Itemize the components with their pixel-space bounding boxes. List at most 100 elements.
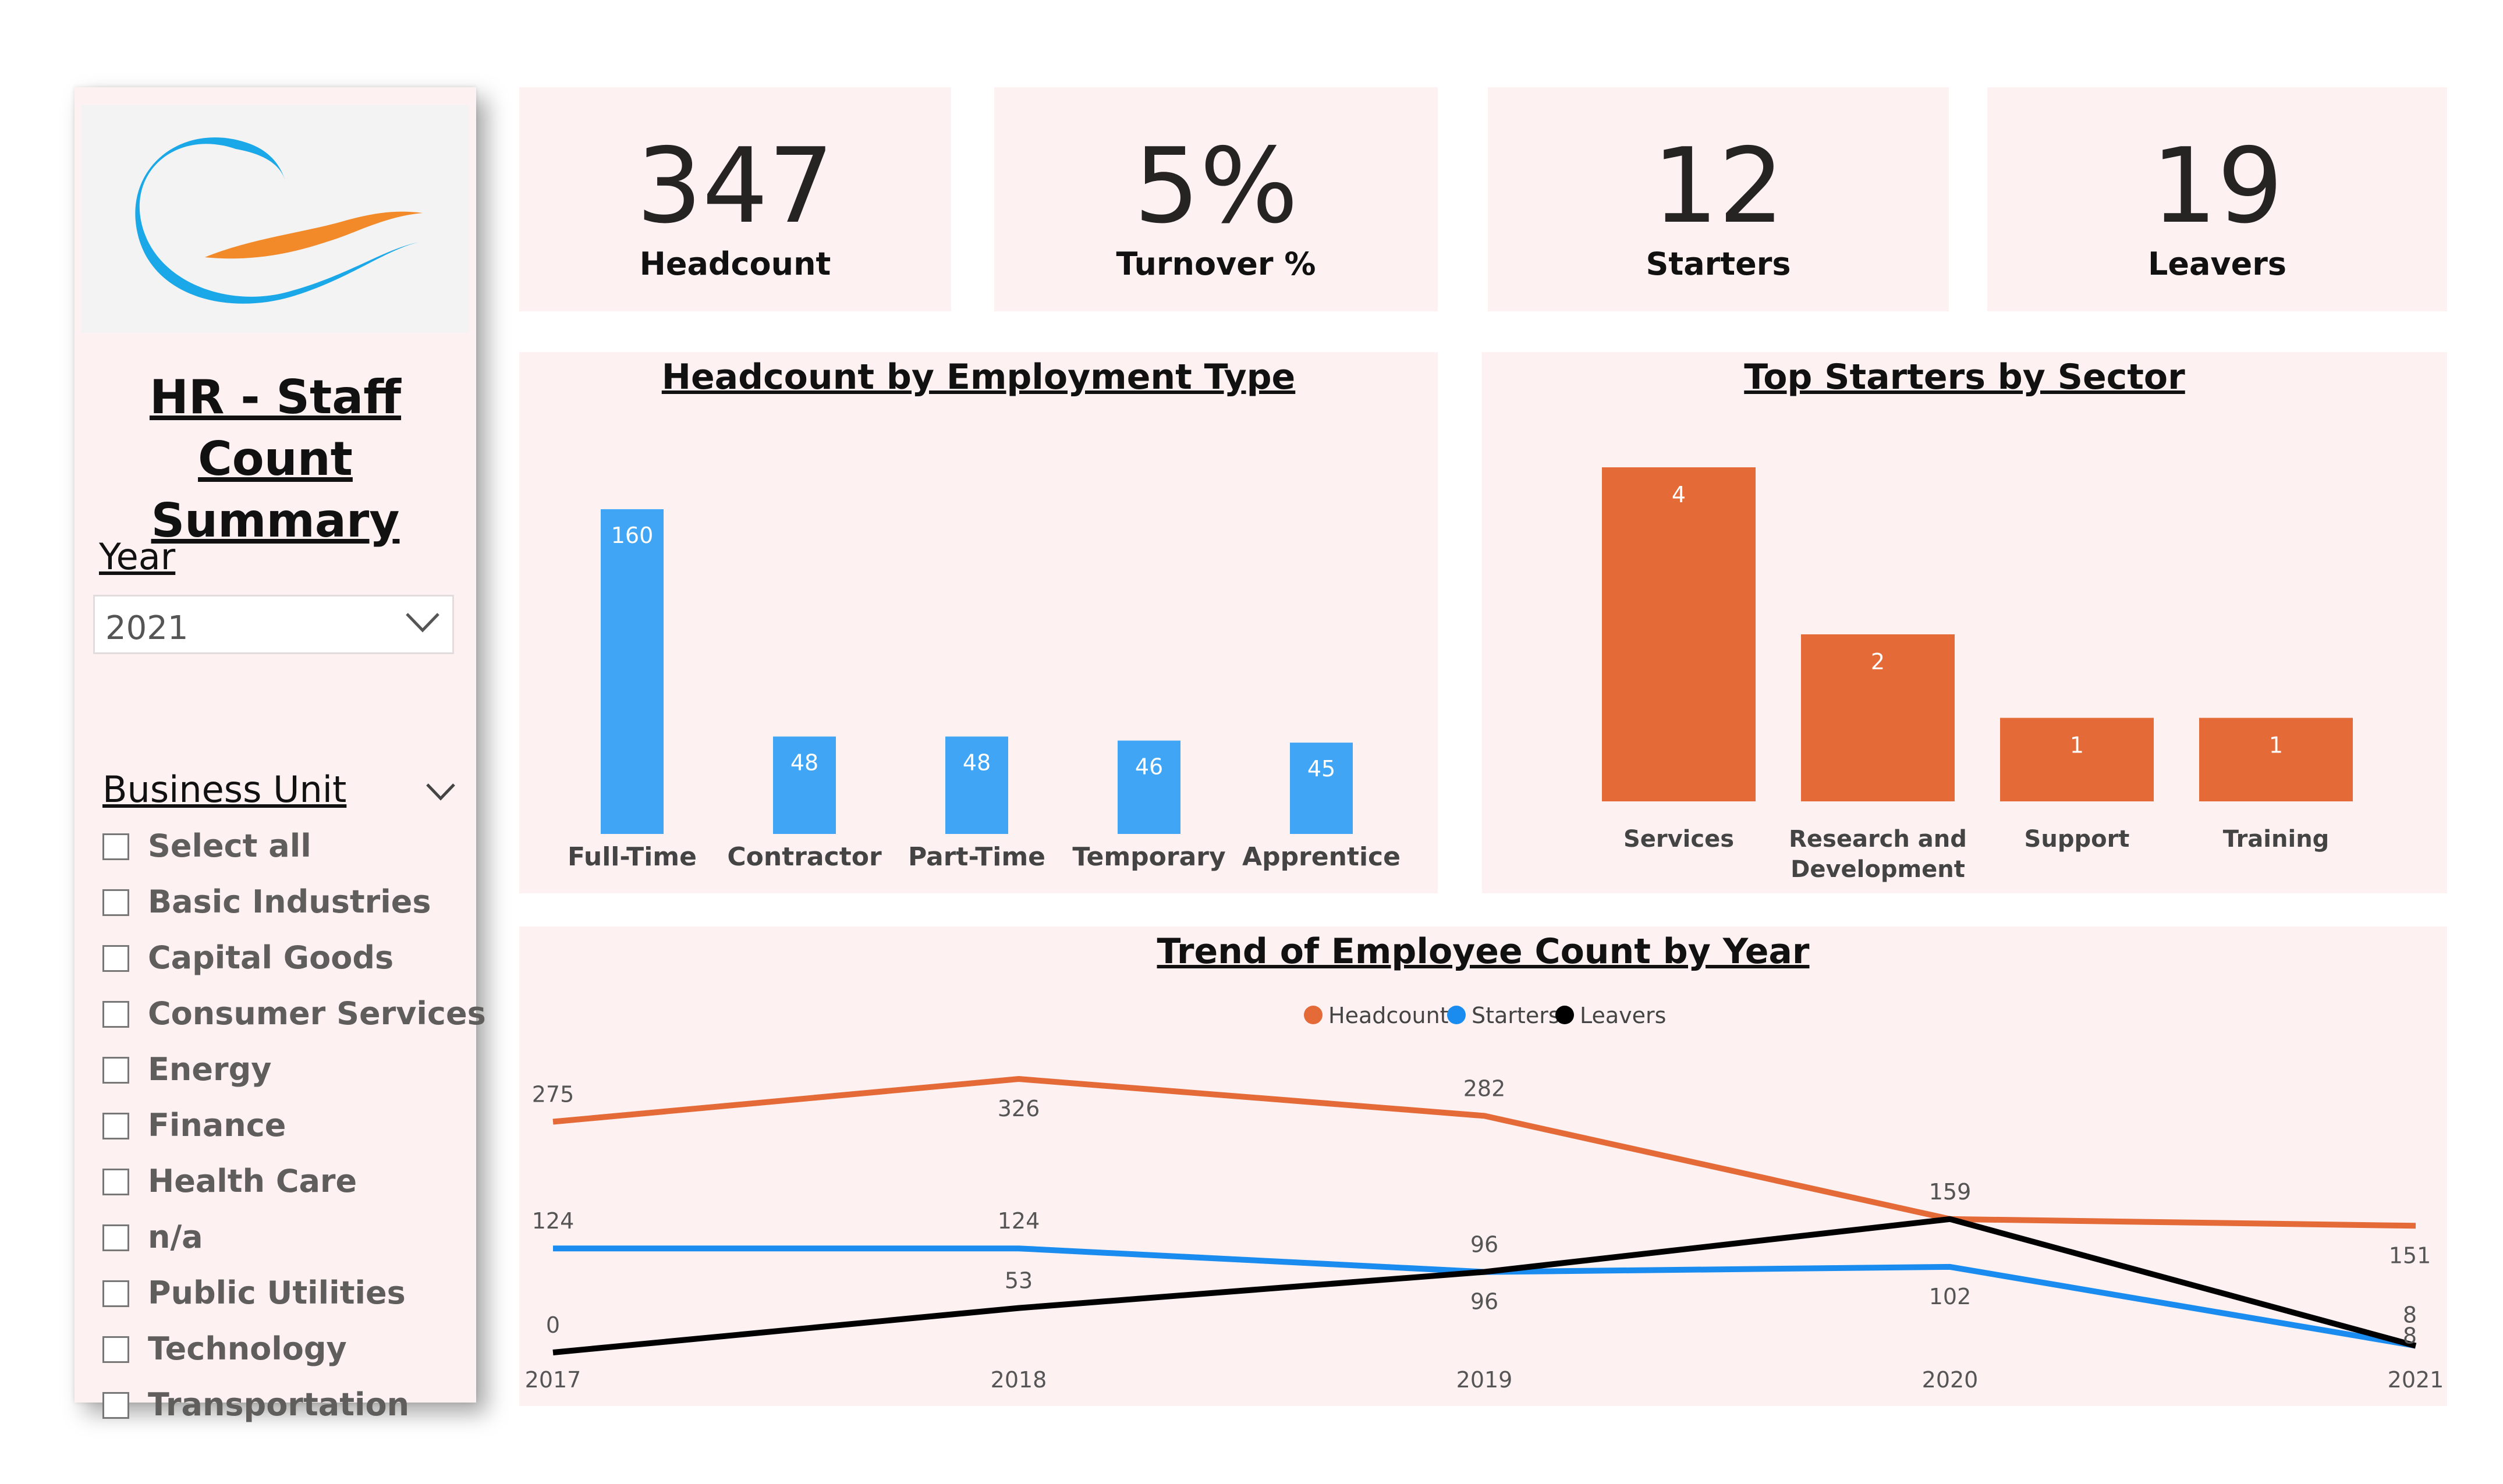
data-label: 0: [546, 1312, 560, 1338]
business-unit-option-label: Consumer Services: [148, 995, 486, 1032]
checkbox[interactable]: [102, 1169, 129, 1195]
category-label: Part-Time: [908, 842, 1045, 872]
company-logo-icon: [135, 137, 423, 304]
checkbox[interactable]: [102, 833, 129, 860]
chevron-down-icon[interactable]: [424, 777, 458, 805]
business-unit-option[interactable]: Capital Goods: [102, 933, 463, 989]
kpi-label: Starters: [1646, 246, 1791, 282]
bar: [2199, 718, 2353, 801]
data-label: 4: [1672, 482, 1686, 507]
legend-marker: [1555, 1006, 1574, 1024]
x-tick-label: 2018: [991, 1367, 1047, 1393]
data-label: 124: [532, 1208, 575, 1234]
data-label: 46: [1135, 754, 1163, 780]
year-filter-label: Year: [99, 535, 176, 578]
legend-label: Leavers: [1580, 1003, 1666, 1028]
data-label: 160: [611, 523, 654, 548]
category-label: Contractor: [727, 842, 882, 872]
legend-marker: [1304, 1006, 1323, 1024]
data-label: 326: [998, 1096, 1040, 1121]
category-label: Temporary: [1072, 842, 1225, 872]
data-label: 8: [2403, 1323, 2417, 1348]
business-unit-option[interactable]: Technology: [102, 1325, 463, 1380]
business-unit-option-label: Public Utilities: [148, 1274, 406, 1311]
data-label: 48: [963, 750, 991, 776]
business-unit-option[interactable]: Basic Industries: [102, 878, 463, 933]
x-tick-label: 2021: [2388, 1367, 2444, 1393]
checkbox[interactable]: [102, 1113, 129, 1139]
category-label: Services: [1623, 826, 1734, 853]
legend-label: Starters: [1472, 1003, 1560, 1028]
line-chart-employee-trend: Headcount Starters Leavers 2017 2018 2019 2020…: [525, 1003, 2444, 1393]
kpi-card-leavers: 19 Leavers: [1987, 87, 2447, 311]
business-unit-option-label: Basic Industries: [148, 883, 431, 920]
x-tick-label: 2020: [1922, 1367, 1979, 1393]
checkbox[interactable]: [102, 1336, 129, 1363]
business-unit-option[interactable]: Finance: [102, 1101, 463, 1157]
data-label: 1: [2070, 733, 2084, 758]
logo: [81, 105, 469, 333]
data-label: 124: [998, 1208, 1040, 1234]
business-unit-option[interactable]: Select all: [102, 822, 463, 878]
panel-trend-employee-count: Trend of Employee Count by Year Headcoun…: [519, 926, 2447, 1406]
kpi-value: 19: [2151, 126, 2284, 246]
business-unit-option[interactable]: Energy: [102, 1045, 463, 1101]
year-selected-value: 2021: [105, 609, 189, 647]
data-label: 96: [1470, 1289, 1498, 1315]
checkbox[interactable]: [102, 1001, 129, 1028]
bar-chart-starters-by-sector: 4 Services 2 Research and Development 1 Suppor…: [1602, 467, 2353, 883]
kpi-label: Headcount: [639, 246, 831, 282]
panel-top-starters-by-sector: Top Starters by Sector 4 Services 2 Researc…: [1482, 352, 2447, 893]
data-label: 2: [1871, 649, 1885, 674]
business-unit-option-label: Finance: [148, 1107, 286, 1144]
category-label: Apprentice: [1242, 842, 1401, 872]
bar-chart-employment-type: 160 Full-Time 48 Contractor 48 Part-Time 46 Tem…: [568, 509, 1401, 872]
kpi-label: Turnover %: [1116, 246, 1316, 282]
data-label: 48: [790, 750, 818, 776]
data-label: 102: [1929, 1284, 1972, 1309]
business-unit-option-label: Capital Goods: [148, 939, 394, 976]
legend-label: Headcount: [1328, 1003, 1449, 1028]
category-label: Full-Time: [568, 842, 697, 872]
chevron-down-icon: [406, 613, 439, 633]
checkbox[interactable]: [102, 889, 129, 916]
business-unit-option-label: n/a: [148, 1219, 203, 1255]
x-tick-label: 2019: [1456, 1367, 1513, 1393]
kpi-value: 347: [636, 126, 834, 246]
business-unit-option-label: Transportation: [148, 1386, 410, 1423]
checkbox[interactable]: [102, 1224, 129, 1251]
business-unit-option-label: Health Care: [148, 1163, 357, 1199]
data-label: 96: [1470, 1232, 1498, 1258]
checkbox[interactable]: [102, 1280, 129, 1307]
checkbox[interactable]: [102, 1392, 129, 1419]
checkbox[interactable]: [102, 1057, 129, 1084]
kpi-value: 5%: [1133, 126, 1299, 246]
data-label: 159: [1929, 1179, 1972, 1205]
business-unit-option-label: Technology: [148, 1330, 347, 1367]
legend-marker: [1447, 1006, 1466, 1024]
year-dropdown[interactable]: 2021: [93, 595, 454, 654]
business-unit-option[interactable]: n/a: [102, 1213, 463, 1269]
data-label: 53: [1005, 1268, 1033, 1294]
bar: [2000, 718, 2154, 801]
kpi-card-turnover: 5% Turnover %: [994, 87, 1438, 311]
kpi-card-headcount: 347 Headcount: [519, 87, 951, 311]
kpi-value: 12: [1652, 126, 1785, 246]
category-label: Research and Development: [1789, 826, 1967, 883]
business-unit-option[interactable]: Health Care: [102, 1157, 463, 1213]
filter-sidebar: HR - Staff Count Summary Year 2021 Busin…: [75, 87, 486, 1423]
business-unit-option[interactable]: Transportation: [102, 1380, 463, 1436]
business-unit-filter-label: Business Unit: [102, 768, 347, 811]
business-unit-option[interactable]: Consumer Services: [102, 989, 486, 1045]
category-label: Support: [2025, 826, 2130, 853]
bar: [1602, 467, 1756, 801]
bar: [601, 509, 664, 834]
data-label: 282: [1463, 1075, 1506, 1101]
business-unit-option[interactable]: Public Utilities: [102, 1269, 463, 1325]
checkbox[interactable]: [102, 945, 129, 972]
kpi-label: Leavers: [2147, 246, 2287, 282]
data-label: 151: [2389, 1242, 2431, 1268]
dashboard-title: HR - Staff Count Summary: [75, 367, 476, 552]
category-label: Training: [2223, 826, 2330, 853]
data-label: 1: [2269, 733, 2283, 758]
